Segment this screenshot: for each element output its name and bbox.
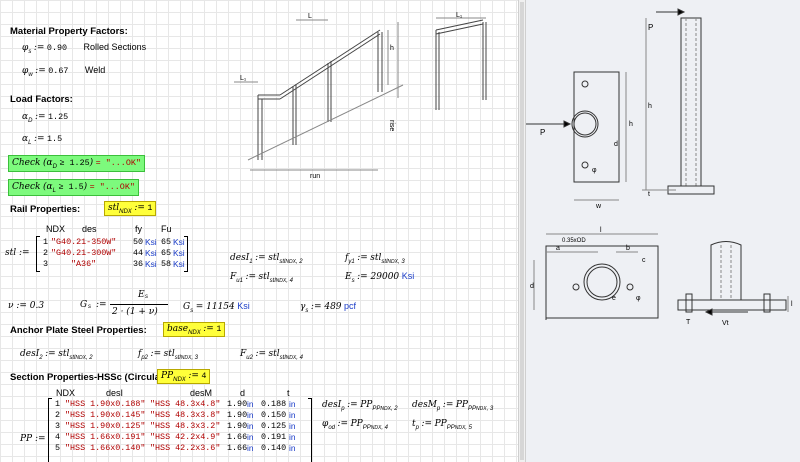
rail-heading: Rail Properties: — [10, 204, 81, 215]
pp-label: PP := — [20, 434, 46, 444]
anchor-selector[interactable]: baseNDX := 1 — [163, 322, 226, 337]
post-P-label: P — [648, 23, 653, 32]
check-alpha-d[interactable]: Check (αD ≥ 1.25) = "...OK" — [8, 155, 145, 172]
plate-P-label: P — [540, 128, 545, 137]
label-L1-right: L₁ — [456, 12, 463, 19]
bottom-035-label: 0.35xOD — [562, 238, 586, 244]
label-h: h — [390, 45, 394, 52]
label-L: L — [308, 13, 312, 20]
side-l-label: l — [791, 301, 793, 308]
fy1-def[interactable]: fy1 := stlstlNDX, 3 — [345, 252, 405, 265]
desMp-def[interactable]: desMp := PPPPNDX, 3 — [412, 399, 493, 412]
nu-def[interactable]: ν := 0.3 — [8, 301, 44, 311]
material-heading: Material Property Factors: — [10, 26, 128, 37]
Fu2-def[interactable]: Fu2 := stlstlNDX, 4 — [240, 348, 303, 361]
stl-label: stl := — [5, 248, 30, 258]
side-t-label: T — [686, 319, 691, 326]
alpha-l-region[interactable]: αL := 1.5 — [22, 133, 62, 146]
rail-sketch: L L₁ h rise run L₁ — [234, 12, 487, 180]
post-t-label: t — [648, 191, 650, 198]
rail-selector[interactable]: stlNDX := 1 — [104, 201, 157, 216]
bottom-b-label: b — [626, 245, 630, 252]
anchor-heading: Anchor Plate Steel Properties: — [10, 325, 147, 336]
bottom-d-label: d — [530, 283, 534, 290]
section-selector[interactable]: PPNDX := 4 — [157, 369, 211, 384]
section-heading: Section Properties-HSSc (Circular): — [10, 372, 170, 383]
worksheet[interactable]: Material Property Factors: φs := 0.90 Ro… — [0, 0, 518, 462]
load-heading: Load Factors: — [10, 94, 73, 105]
desI2-def[interactable]: desI2 := stlstlNDX, 2 — [20, 348, 93, 361]
label-run: run — [310, 173, 320, 180]
bottom-c-label: c — [642, 257, 646, 264]
bottom-l-label: l — [600, 227, 602, 234]
detail-drawings-panel: P h t P h d w φ l d a b c 0.35xOD e φ Vt… — [526, 0, 800, 462]
phi-od-def[interactable]: φod := PPPPNDX, 4 — [322, 418, 388, 431]
plate-h-label: h — [629, 121, 633, 128]
tp-def[interactable]: tp := PPPPNDX, 5 — [412, 418, 472, 431]
desI1-def[interactable]: desI1 := stlstlNDX, 2 — [230, 252, 303, 265]
scrollbar-thumb[interactable] — [520, 2, 524, 460]
pp-matrix[interactable]: 1 "HSS 1.90x0.188" "HSS 48.3x4.8" 1.90 in 0.1… — [48, 398, 312, 462]
stl-matrix[interactable]: 1 "G40.21-350W" 50 Ksi 65 Ksi 2 "G40.21-300W" 44… — [36, 236, 188, 272]
plate-d-label: d — [614, 141, 618, 148]
check-alpha-l[interactable]: Check (αL ≥ 1.5) = "...OK" — [8, 179, 139, 196]
plate-w-label: w — [595, 203, 602, 210]
plate-phi-label: φ — [592, 167, 597, 174]
gamma-s-def[interactable]: γs := 489 pcf — [300, 301, 356, 314]
phi-w-region[interactable]: φw := 0.67 Weld — [22, 65, 105, 78]
fp2-def[interactable]: fp2 := stlstlNDX, 3 — [138, 348, 198, 361]
alpha-d-region[interactable]: αD := 1.25 — [22, 111, 68, 124]
label-L1: L₁ — [240, 75, 247, 82]
detail-drawings: P h t P h d w φ l d a b c 0.35xOD e φ Vt… — [526, 8, 793, 327]
side-v-label: Vt — [722, 320, 729, 327]
desIp-def[interactable]: desIp := PPPPNDX, 2 — [322, 399, 398, 412]
Es-def[interactable]: Es := 29000 Ksi — [345, 271, 414, 284]
Gs-value[interactable]: Gs = 11154 Ksi — [183, 301, 250, 314]
bottom-e-label: e — [612, 295, 616, 302]
label-rise: rise — [388, 120, 395, 131]
vertical-scrollbar[interactable] — [518, 0, 526, 462]
bottom-a-label: a — [556, 245, 560, 252]
bottom-phi-label: φ — [636, 295, 641, 302]
Fu1-def[interactable]: Fu1 := stlstlNDX, 4 — [230, 271, 293, 284]
post-h-label: h — [648, 103, 652, 110]
phi-s-region[interactable]: φs := 0.90 Rolled Sections — [22, 42, 146, 55]
